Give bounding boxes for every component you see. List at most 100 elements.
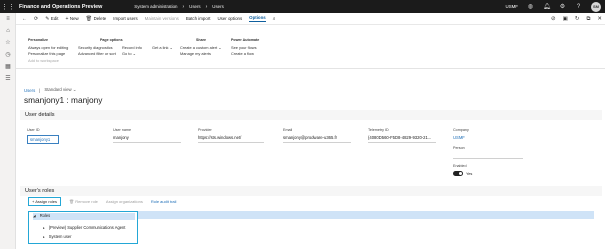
chevron-down-icon: ⌄ <box>132 51 136 57</box>
company-picker[interactable]: USMF <box>506 4 518 9</box>
breadcrumb: System administration › Users › Users <box>134 4 223 10</box>
provider-input[interactable]: https://sts.windows.net/ <box>198 135 264 143</box>
user-id-label: User ID <box>27 128 40 132</box>
manage-my-alerts[interactable]: Manage my alerts <box>180 51 222 58</box>
remove-role-button[interactable]: 🗑︎ Remove role <box>69 199 98 204</box>
create-a-flow[interactable]: Create a flow <box>231 51 259 58</box>
always-open-for-editing[interactable]: Always open for editing <box>28 45 68 52</box>
company-input[interactable]: USMF <box>453 135 523 142</box>
chevron-down-icon: ⌄ <box>218 44 222 50</box>
import-users-button[interactable]: Import users <box>113 16 137 21</box>
user-roles-header[interactable]: User's roles <box>20 186 602 196</box>
user-name-field: User name manjony <box>113 128 181 143</box>
delete-button[interactable]: 🗑︎ Delete <box>86 16 107 22</box>
enabled-label: Enabled <box>453 164 467 168</box>
search-icon[interactable]: ⌕ <box>273 16 276 22</box>
back-icon[interactable]: ← <box>22 16 27 22</box>
assign-organizations-button[interactable]: Assign organizations <box>106 199 143 204</box>
company-label: Company <box>453 128 469 132</box>
person-input[interactable] <box>453 153 523 159</box>
role-audit-trail-button[interactable]: Role audit trail <box>151 199 177 204</box>
tree-node-roles[interactable]: ◢ Roles <box>33 213 135 220</box>
edit-button[interactable]: ✎ Edit <box>45 16 58 22</box>
selected-row-highlight <box>138 211 594 219</box>
tab-options[interactable]: Options <box>249 15 266 22</box>
trash-icon: 🗑︎ <box>85 15 93 22</box>
power-automate-title: Power Automate <box>231 38 260 42</box>
user-details-header[interactable]: User details <box>20 110 602 120</box>
app-launcher-icon[interactable]: ⋮⋮ <box>0 0 16 13</box>
copilot-icon[interactable]: ◍ <box>527 3 534 10</box>
maintain-versions-button[interactable]: Maintain versions <box>145 16 179 21</box>
collapsed-caret-icon[interactable]: ▸ <box>43 235 45 239</box>
refresh-page-icon[interactable]: ↻ <box>575 16 580 22</box>
top-bar: ⋮⋮ Finance and Operations Preview System… <box>0 0 605 13</box>
get-a-link[interactable]: Get a link ⌄ <box>152 45 173 52</box>
telemetry-id-input[interactable]: {4080D560-F5D8-4829-9320-21... <box>368 135 436 143</box>
batch-import-button[interactable]: Batch import <box>186 16 211 21</box>
breadcrumb-item-module[interactable]: System administration <box>134 4 177 9</box>
close-icon[interactable]: ✕ <box>597 16 602 22</box>
chevron-right-icon: › <box>205 3 208 10</box>
provider-label: Provider <box>198 128 212 132</box>
pencil-icon: ✎ <box>45 15 50 22</box>
avatar[interactable]: SM <box>591 1 601 12</box>
advanced-filter-or-sort[interactable]: Advanced filter or sort <box>78 51 116 58</box>
refresh-icon[interactable]: ⟳ <box>34 16 38 22</box>
view-selector[interactable]: Standard view ⌄ <box>44 87 76 93</box>
separator: | <box>39 87 41 93</box>
plus-icon: + <box>32 199 35 204</box>
security-diagnostics[interactable]: Security diagnostics <box>78 45 116 52</box>
plus-icon: + <box>65 15 69 22</box>
toggle-switch[interactable] <box>453 171 463 177</box>
breadcrumb-item-current[interactable]: Users <box>212 4 223 9</box>
options-ribbon: Personalize Always open for editing Pers… <box>16 25 605 69</box>
home-icon[interactable]: ⌂ <box>0 25 16 37</box>
notifications-icon[interactable]: 🔔︎ <box>543 3 551 10</box>
modules-icon[interactable]: ☰ <box>0 73 16 85</box>
breadcrumb-item-users[interactable]: Users <box>189 4 200 9</box>
menu-icon[interactable]: ≡ <box>0 13 16 25</box>
personalize-group: Personalize Always open for editing Pers… <box>28 38 68 64</box>
trash-icon: 🗑︎ <box>69 199 75 204</box>
go-to[interactable]: Go to ⌄ <box>122 51 142 58</box>
user-id-field: User ID smanjony1 <box>27 128 59 144</box>
workspaces-icon[interactable]: ▦ <box>0 61 16 73</box>
action-bar: ← ⟳ ✎ Edit + New 🗑︎ Delete Import users Mai… <box>16 13 605 25</box>
microsoft-office-icon[interactable]: ▣ <box>563 16 568 22</box>
chevron-down-icon: ⌄ <box>169 44 173 50</box>
enabled-toggle[interactable]: Yes <box>453 171 523 177</box>
enabled-field: Enabled Yes <box>453 164 523 177</box>
email-field: Email smanjony@prodware-u365.fr <box>283 128 351 143</box>
users-link[interactable]: Users <box>24 88 35 93</box>
new-button[interactable]: + New <box>65 16 78 22</box>
add-to-workspace[interactable]: Add to workspace <box>28 58 68 65</box>
create-custom-alert[interactable]: Create a custom alert ⌄ <box>180 45 222 52</box>
settings-icon[interactable]: ⚙ <box>559 3 566 10</box>
page-title: smanjony1 : manjony <box>24 95 103 105</box>
share-title: Share <box>196 38 206 42</box>
user-details-section: User details User ID smanjony1 User name… <box>20 110 602 185</box>
app-title[interactable]: Finance and Operations Preview <box>19 4 102 10</box>
user-name-input[interactable]: manjony <box>113 135 181 143</box>
tree-node-system-user[interactable]: ▸ System user <box>43 234 72 239</box>
person-field: Person <box>453 146 523 159</box>
open-new-window-icon[interactable]: ⧉ <box>586 16 590 23</box>
assign-roles-button[interactable]: + Assign roles <box>28 197 62 206</box>
recent-icon[interactable]: ◷ <box>0 49 16 61</box>
tree-node-supplier-agent[interactable]: ▸ (Preview) Supplier Communications Agent <box>43 225 125 230</box>
see-your-flows[interactable]: See your flows <box>231 45 259 52</box>
email-label: Email <box>283 128 293 132</box>
email-input[interactable]: smanjony@prodware-u365.fr <box>283 135 351 143</box>
help-icon[interactable]: ? <box>575 4 582 10</box>
company-field: Company USMF <box>453 128 523 142</box>
user-options-button[interactable]: User options <box>218 16 243 21</box>
user-id-input[interactable]: smanjony1 <box>27 135 59 144</box>
personalize-this-page[interactable]: Personalize this page <box>28 51 68 58</box>
favorites-icon[interactable]: ☆ <box>0 37 16 49</box>
attachments-icon[interactable]: ⊘ <box>551 16 556 22</box>
collapsed-caret-icon[interactable]: ▸ <box>43 226 45 230</box>
expanded-caret-icon[interactable]: ◢ <box>33 214 36 218</box>
record-info[interactable]: Record info <box>122 45 142 52</box>
page-options-title: Page options <box>100 38 123 42</box>
